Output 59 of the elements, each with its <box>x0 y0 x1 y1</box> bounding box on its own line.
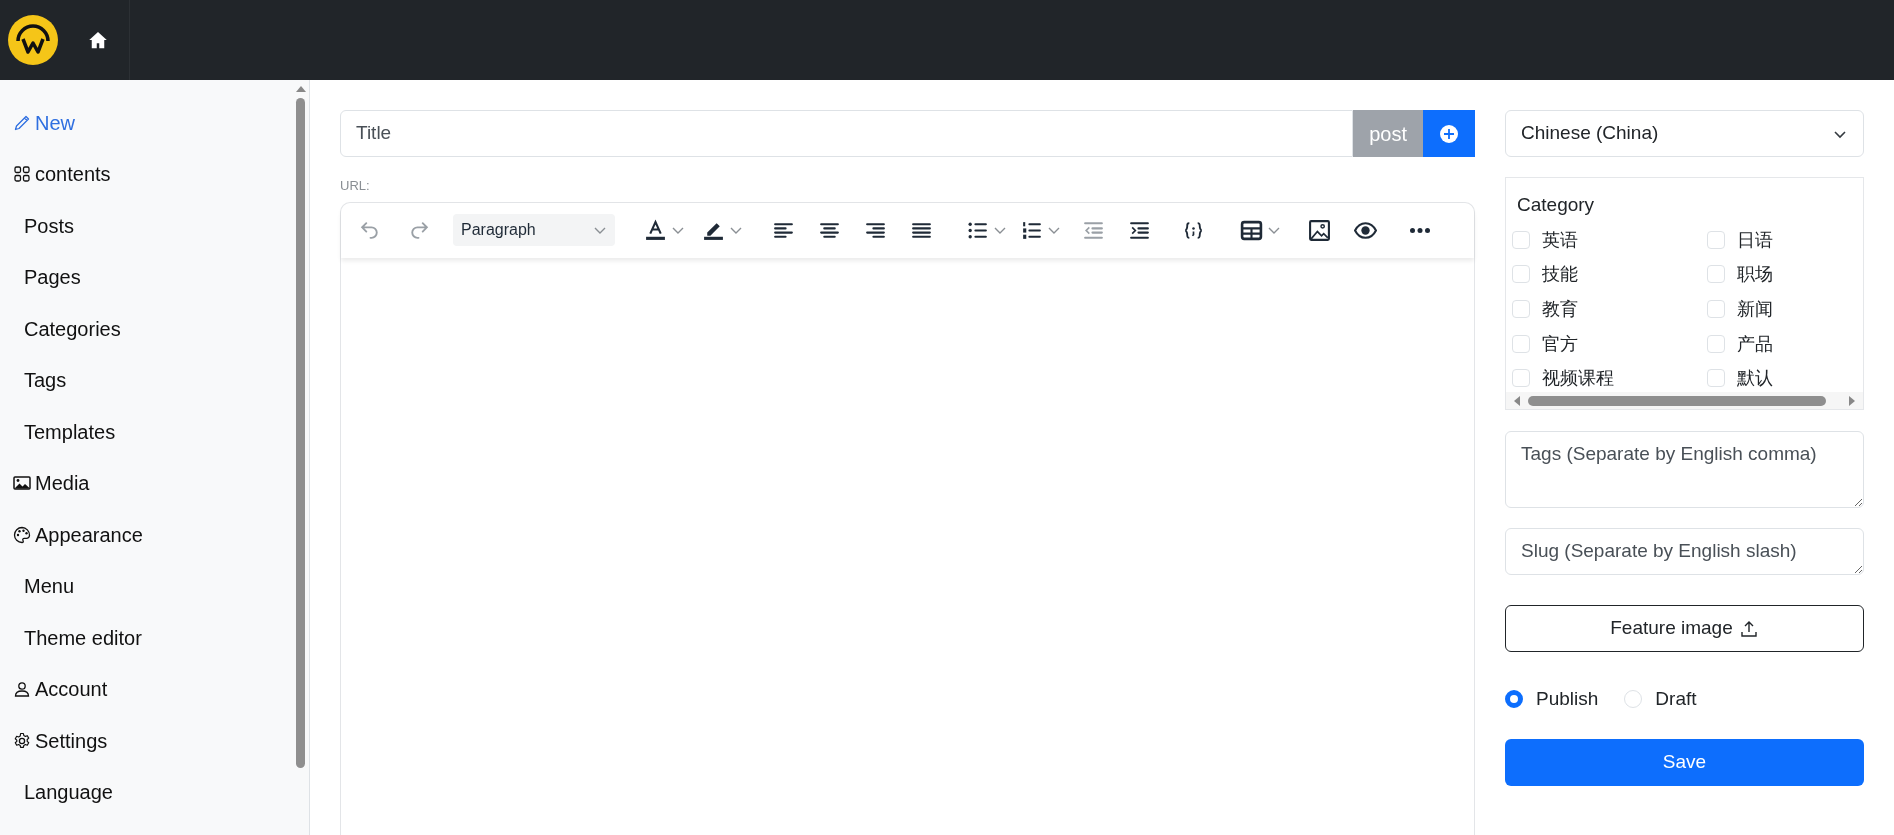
image-icon <box>1308 218 1331 242</box>
sidebar-item[interactable]: Tags <box>0 354 67 406</box>
sidebar-item[interactable]: Theme editor <box>0 612 142 664</box>
feature-image-button[interactable]: Feature image <box>1505 605 1864 652</box>
category-checkbox[interactable]: 产品 <box>1707 331 1773 356</box>
person-icon <box>13 680 31 699</box>
plus-icon <box>1439 123 1459 144</box>
sidebar-item[interactable]: Menu <box>0 560 75 612</box>
tags-field[interactable]: Tags (Separate by English comma) <box>1505 431 1864 508</box>
sidebar-item[interactable]: Categories <box>0 303 121 355</box>
sidebar-item[interactable]: contents <box>0 148 111 200</box>
text-color-icon <box>644 218 667 242</box>
pencil-icon <box>13 113 31 132</box>
table-button[interactable] <box>1240 218 1281 242</box>
scroll-left-arrow-icon[interactable] <box>1514 395 1520 406</box>
category-checkbox[interactable]: 新闻 <box>1707 296 1773 321</box>
category-checkbox[interactable]: 官方 <box>1512 331 1578 356</box>
category-heading: Category <box>1516 193 1596 217</box>
add-button[interactable] <box>1423 110 1475 157</box>
grid-icon <box>13 165 31 184</box>
scroll-right-arrow-icon[interactable] <box>1849 395 1855 406</box>
category-checkbox[interactable]: 教育 <box>1512 296 1578 321</box>
image-button[interactable] <box>1308 218 1331 242</box>
format-select[interactable]: Paragraph <box>453 214 615 246</box>
text-color-button[interactable] <box>644 218 685 242</box>
palette-icon <box>13 525 31 544</box>
sidebar-item[interactable]: Settings <box>0 715 108 767</box>
table-icon <box>1240 218 1263 242</box>
category-checkbox[interactable]: 视频课程 <box>1512 366 1614 391</box>
sidebar-item[interactable]: Templates <box>0 406 116 458</box>
sidebar-item[interactable]: Language <box>0 766 113 818</box>
sidebar-item[interactable]: Pages <box>0 251 81 303</box>
title-field[interactable]: Title <box>340 110 1354 157</box>
status-radio[interactable]: Publish <box>1505 685 1599 714</box>
scroll-up-arrow-icon[interactable] <box>295 86 306 92</box>
post-type-label: post <box>1353 110 1423 157</box>
category-checkbox[interactable]: 日语 <box>1707 227 1773 252</box>
image-icon <box>13 474 31 493</box>
category-checkbox[interactable]: 技能 <box>1512 262 1578 287</box>
sidebar-item[interactable]: Appearance <box>0 509 143 561</box>
category-checkbox[interactable]: 英语 <box>1512 227 1578 252</box>
more-button[interactable] <box>1410 227 1430 233</box>
editor[interactable]: Paragraph <box>340 201 1475 835</box>
more-icon <box>1410 227 1430 233</box>
status-radio[interactable]: Draft <box>1624 685 1697 714</box>
url-label: URL: <box>340 177 371 195</box>
home-icon[interactable] <box>88 30 108 50</box>
language-select[interactable]: Chinese (China) <box>1505 110 1864 157</box>
gear-icon <box>13 731 31 750</box>
horizontal-scrollbar[interactable] <box>1506 392 1863 409</box>
category-checkbox[interactable]: 职场 <box>1707 262 1773 287</box>
sidebar-item[interactable]: New <box>0 97 75 149</box>
slug-field[interactable]: Slug (Separate by English slash) <box>1505 528 1864 575</box>
sidebar-item[interactable]: Media <box>0 457 90 509</box>
logo-icon[interactable] <box>8 15 58 65</box>
sidebar-item[interactable]: Posts <box>0 200 75 252</box>
save-button[interactable]: Save <box>1505 738 1864 786</box>
category-checkbox[interactable]: 默认 <box>1707 366 1773 391</box>
sidebar-item[interactable]: Account <box>0 663 108 715</box>
